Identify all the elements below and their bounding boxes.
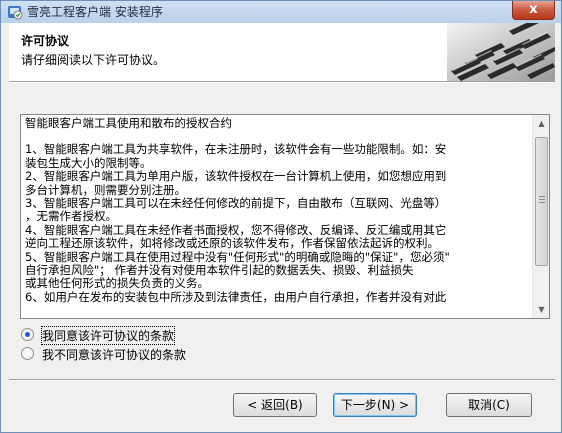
header-separator: [9, 81, 555, 83]
scroll-down-arrow-icon[interactable]: ▼: [533, 301, 550, 318]
installer-app-icon: [8, 6, 23, 20]
grip-icon: [539, 196, 545, 204]
radio-selected-dot: [25, 332, 30, 337]
license-line: 2、智能眼客户端工具为单用户版，该软件授权在一台计算机上使用，如您想应用到: [25, 169, 447, 184]
license-title: 智能眼客户端工具使用和散布的授权合约: [25, 117, 232, 130]
agree-label[interactable]: 我同意该许可协议的条款: [40, 326, 176, 345]
close-button[interactable]: x: [512, 1, 555, 20]
scroll-thumb[interactable]: [535, 137, 548, 266]
cancel-button[interactable]: 取消(C): [446, 393, 532, 417]
license-line: 5、智能眼客户端工具在使用过程中没有"任何形式"的明确或隐晦的"保证"，您必须": [25, 249, 450, 264]
installer-window: 雪亮工程客户端 安装程序 x 许可协议 请仔细阅读以下许可协议。 智能眼客户端工…: [0, 0, 562, 433]
agree-radio[interactable]: [21, 328, 34, 341]
license-line: 1、智能眼客户端工具为共享软件，在未注册时，该软件会有一些功能限制。如：安: [25, 142, 447, 157]
license-line: 装包生成大小的限制等。: [25, 155, 152, 170]
license-line: 6、如用户在发布的安装包中所涉及到法律责任，由用户自行承担，作者并没有对此: [25, 289, 447, 304]
back-button[interactable]: < 返回(B): [233, 393, 317, 417]
keyboard-banner-image: [447, 23, 555, 81]
page-subtitle: 请仔细阅读以下许可协议。: [21, 53, 166, 67]
license-line: 自行承担风险"； 作者并没有对使用本软件引起的数据丢失、损毁、利益损失: [25, 263, 414, 278]
license-scrollbar[interactable]: ▲ ▼: [532, 115, 549, 318]
page-title: 许可协议: [21, 34, 70, 48]
agree-option[interactable]: 我同意该许可协议的条款: [21, 326, 261, 345]
license-line: 逆向工程还原该软件，如将修改或还原的该软件发布，作者保留依法起诉的权利。: [25, 236, 439, 251]
license-line: 或其他任何形式的损失负责的义务。: [25, 276, 209, 291]
disagree-radio[interactable]: [21, 347, 34, 360]
license-line: 4、智能眼客户端工具在未经作者书面授权，您不得修改、反编译、反汇编或用其它: [25, 222, 447, 237]
next-button[interactable]: 下一步(N) >: [333, 393, 417, 417]
disagree-label[interactable]: 我不同意该许可协议的条款: [42, 346, 186, 363]
window-title: 雪亮工程客户端 安装程序: [27, 5, 163, 19]
license-line: ，无需作者授权。: [25, 209, 117, 224]
title-bar[interactable]: 雪亮工程客户端 安装程序 x: [1, 1, 561, 23]
license-textbox[interactable]: 智能眼客户端工具使用和散布的授权合约 1、智能眼客户端工具为共享软件，在未注册时…: [20, 114, 550, 319]
footer-separator: [9, 379, 555, 381]
license-line: 3、智能眼客户端工具可以在未经任何修改的前提下，自由散布（互联网、光盘等）: [25, 196, 447, 211]
header-panel: 许可协议 请仔细阅读以下许可协议。: [9, 23, 555, 81]
scroll-up-arrow-icon[interactable]: ▲: [533, 115, 550, 132]
license-line: 多台计算机，则需要分别注册。: [25, 182, 186, 197]
disagree-option[interactable]: 我不同意该许可协议的条款: [21, 345, 261, 363]
license-text[interactable]: 智能眼客户端工具使用和散布的授权合约 1、智能眼客户端工具为共享软件，在未注册时…: [25, 117, 531, 315]
